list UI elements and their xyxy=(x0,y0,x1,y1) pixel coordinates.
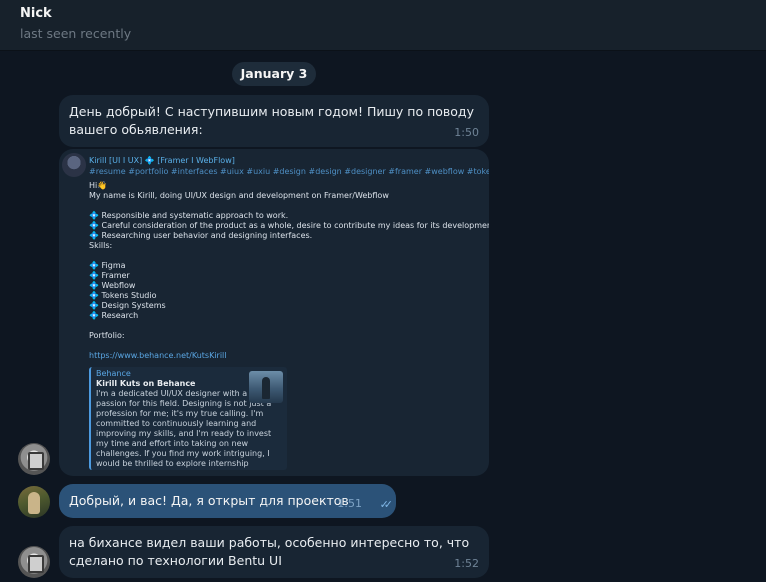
user-avatar[interactable] xyxy=(18,486,50,518)
post-line: 💠 Researching user behavior and designin… xyxy=(89,231,313,240)
post-line: Skills: xyxy=(89,241,113,250)
post-line: 💠 Framer xyxy=(89,271,130,280)
post-tags: #resume #portfolio #interfaces #uiux #ux… xyxy=(89,167,489,176)
chat-header[interactable]: Nick last seen recently xyxy=(0,0,766,51)
contact-avatar[interactable] xyxy=(18,546,50,578)
post-line: My name is Kirill, doing UI/UX design an… xyxy=(89,191,389,200)
post-line: 💠 Figma xyxy=(89,261,126,270)
post-line xyxy=(89,201,481,211)
screenshot-image[interactable]: Kirill [UI I UX] 💠 [Framer I WebFlow] #r… xyxy=(59,149,489,476)
message-time: 1:50 xyxy=(454,126,479,139)
post-body: Hi👋 My name is Kirill, doing UI/UX desig… xyxy=(89,181,489,361)
image-message[interactable]: Kirill [UI I UX] 💠 [Framer I WebFlow] #r… xyxy=(59,149,489,476)
post-line: Portfolio: xyxy=(89,331,125,340)
link-preview[interactable]: Behance Kirill Kuts on Behance I'm a ded… xyxy=(89,367,287,470)
incoming-message[interactable]: на бихансе видел ваши работы, особенно и… xyxy=(59,526,489,578)
message-time: 1:52 xyxy=(454,557,479,570)
message-time: 1:51 xyxy=(337,497,362,510)
post-line: Hi👋 xyxy=(89,181,108,190)
outgoing-message[interactable]: Добрый, и вас! Да, я открыт для проектов… xyxy=(59,484,396,518)
contact-name[interactable]: Nick xyxy=(20,6,766,22)
post-author-avatar xyxy=(62,153,86,177)
post-line: 💠 Responsible and systematic approach to… xyxy=(89,211,289,220)
post-line: 💠 Webflow xyxy=(89,281,136,290)
incoming-message[interactable]: День добрый! С наступившим новым годом! … xyxy=(59,95,489,147)
post-line xyxy=(89,321,481,331)
date-separator: January 3 xyxy=(232,62,316,86)
post-line: 💠 Research xyxy=(89,311,139,320)
message-text: День добрый! С наступившим новым годом! … xyxy=(69,104,474,137)
message-text: на бихансе видел ваши работы, особенно и… xyxy=(69,535,470,568)
portfolio-link[interactable]: https://www.behance.net/KutsKirill xyxy=(89,351,481,361)
double-check-icon: ✓✓ xyxy=(379,498,394,511)
contact-status: last seen recently xyxy=(20,26,132,41)
post-line: 💠 Design Systems xyxy=(89,301,166,310)
post-line: 💠 Careful consideration of the product a… xyxy=(89,221,489,230)
post-line: 💠 Tokens Studio xyxy=(89,291,157,300)
post-line xyxy=(89,341,481,351)
post-line xyxy=(89,251,481,261)
contact-avatar[interactable] xyxy=(18,443,50,475)
preview-thumbnail xyxy=(249,371,283,403)
